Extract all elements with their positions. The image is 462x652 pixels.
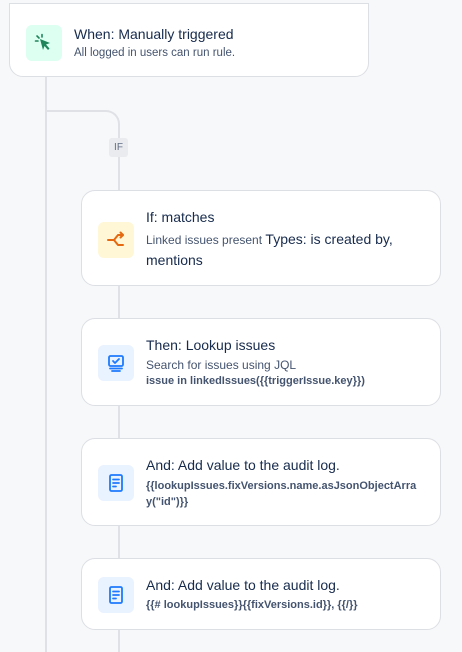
lookup-title: Then: Lookup issues [146, 337, 276, 353]
document-icon [98, 577, 134, 613]
audit-log-card-2[interactable]: And: Add value to the audit log. {{# loo… [81, 558, 441, 630]
branch-connector-curve [46, 110, 120, 140]
lookup-screen-icon [98, 345, 134, 381]
audit-log-value-2: {{# lookupIssues}}{{fixVersions.id}}, {{… [146, 599, 358, 611]
audit-log-title-2: And: Add value to the audit log. [146, 577, 340, 593]
audit-log-value-1: {{lookupIssues.fixVersions.name.asJsonOb… [146, 480, 417, 508]
lookup-subtitle: Search for issues using JQL [146, 358, 297, 372]
cursor-click-icon [26, 25, 62, 61]
trigger-title: When: Manually triggered [74, 26, 234, 42]
lookup-issues-card[interactable]: Then: Lookup issues Search for issues us… [81, 318, 441, 406]
audit-log-card-1[interactable]: And: Add value to the audit log. {{looku… [81, 438, 441, 526]
condition-title: If: matches [146, 209, 215, 225]
condition-card[interactable]: If: matches Linked issues present Types:… [81, 190, 441, 286]
condition-description: Linked issues present Types: is created … [146, 229, 416, 271]
rule-canvas: When: Manually triggered All logged in u… [0, 0, 462, 652]
condition-subtitle-prefix: Linked issues present [146, 233, 263, 247]
audit-log-title-1: And: Add value to the audit log. [146, 457, 340, 473]
lookup-jql-code: issue in linkedIssues({{triggerIssue.key… [146, 375, 365, 387]
main-connector-line [45, 76, 47, 652]
branch-condition-icon [98, 222, 134, 258]
trigger-subtitle: All logged in users can run rule. [74, 47, 236, 59]
trigger-card[interactable]: When: Manually triggered All logged in u… [9, 3, 369, 77]
document-icon [98, 465, 134, 501]
if-branch-badge: IF [109, 138, 128, 157]
